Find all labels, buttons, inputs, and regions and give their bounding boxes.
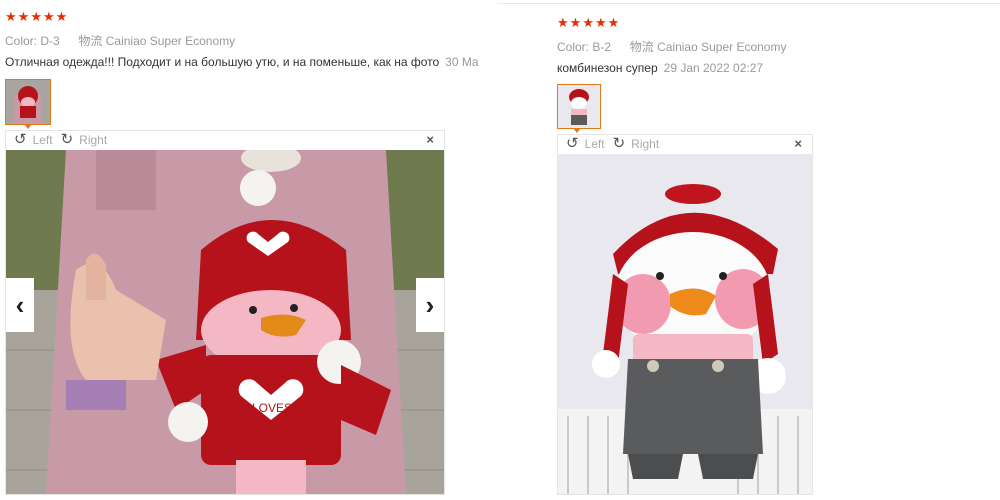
rotate-right-icon: ↻ (60, 131, 74, 148)
star-icon: ★ (582, 15, 594, 30)
review-text: Отличная одежда!!! Подходит и на большую… (5, 55, 440, 69)
rotate-left-button[interactable]: ↺ Left (566, 135, 605, 152)
color-label: Color: (5, 34, 38, 48)
color-label: Color: (557, 40, 590, 54)
rotate-left-label: Left (32, 133, 53, 147)
rotate-right-button[interactable]: ↻ Right (60, 131, 108, 148)
rotate-left-icon: ↺ (566, 135, 579, 152)
shipping-method: 物流 Cainiao Super Economy (78, 34, 236, 48)
rotate-right-label: Right (631, 137, 660, 151)
star-icon: ★ (594, 15, 607, 30)
color-value: D-3 (40, 34, 60, 48)
divider (497, 3, 1000, 4)
prev-image-button[interactable]: ‹ (6, 278, 34, 332)
review-photo: LOVES ‹ › (6, 150, 444, 494)
star-icon: ★ (17, 9, 30, 24)
svg-text:LOVES: LOVES (252, 401, 292, 415)
star-icon: ★ (557, 15, 569, 30)
color-value: B-2 (592, 40, 612, 54)
review-date: 30 Ma (445, 55, 479, 69)
rotate-right-label: Right (79, 133, 108, 147)
star-icon: ★ (5, 9, 17, 24)
rotate-left-icon: ↺ (14, 131, 27, 148)
review-photo (558, 154, 812, 494)
thumbnail-pointer (24, 124, 32, 129)
shipping-method: 物流 Cainiao Super Economy (629, 40, 787, 54)
thumbnail-pointer (573, 128, 581, 133)
viewer-toolbar: ↺ Left ↻ Right × (558, 135, 812, 153)
review-text-row: комбинезон супер 29 Jan 2022 02:27 (557, 61, 997, 75)
image-viewer: ↺ Left ↻ Right × (5, 130, 445, 495)
star-icon: ★ (42, 9, 55, 24)
close-icon[interactable]: × (426, 132, 434, 147)
product-meta: Color: D-3 物流 Cainiao Super Economy (5, 32, 235, 49)
star-icon: ★ (607, 15, 620, 30)
star-icon: ★ (569, 15, 582, 30)
review-text-row: Отличная одежда!!! Подходит и на большую… (5, 55, 495, 69)
review-thumbnail[interactable] (557, 84, 601, 129)
image-viewer: ↺ Left ↻ Right × (557, 134, 813, 495)
close-icon[interactable]: × (794, 136, 802, 151)
star-icon: ★ (55, 9, 68, 24)
next-image-button[interactable]: › (416, 278, 444, 332)
rotate-right-icon: ↻ (612, 135, 626, 152)
rotate-left-label: Left (584, 137, 605, 151)
rotate-right-button[interactable]: ↻ Right (612, 135, 660, 152)
review-thumbnail[interactable] (5, 79, 51, 125)
review-text: комбинезон супер (557, 61, 658, 75)
rotate-left-button[interactable]: ↺ Left (14, 131, 53, 148)
review-date: 29 Jan 2022 02:27 (663, 61, 764, 75)
rating-stars: ★ ★ ★ ★ ★ (5, 10, 67, 24)
chevron-left-icon: ‹ (15, 289, 25, 320)
star-icon: ★ (30, 9, 42, 24)
product-meta: Color: B-2 物流 Cainiao Super Economy (557, 38, 786, 55)
rating-stars: ★ ★ ★ ★ ★ (557, 16, 619, 30)
viewer-toolbar: ↺ Left ↻ Right × (6, 131, 444, 149)
chevron-right-icon: › (425, 289, 435, 320)
